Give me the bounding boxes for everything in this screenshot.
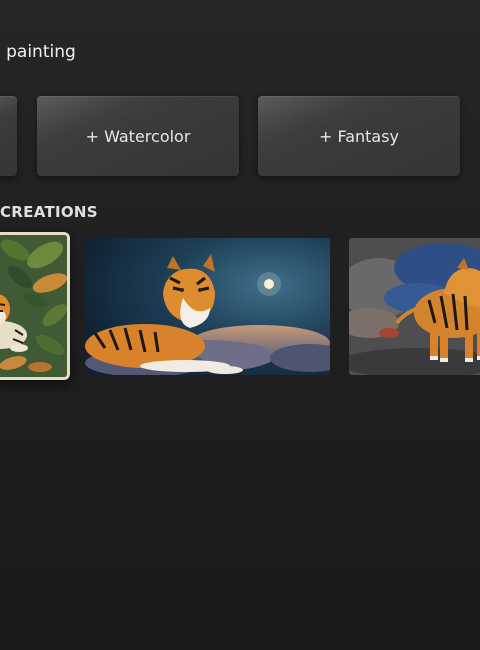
style-chip-label: + Fantasy [318,126,400,146]
style-chip-label: + Watercolor [85,126,191,146]
moon-tiger-image [85,238,330,375]
style-chip-partial[interactable] [0,96,17,176]
style-chip-watercolor[interactable]: + Watercolor [37,96,239,176]
creation-thumbnail-moon[interactable] [85,238,330,375]
creation-thumbnail-storm[interactable] [349,238,480,375]
style-chip-fantasy[interactable]: + Fantasy [258,96,460,176]
jungle-tiger-image [0,235,67,377]
creations-heading: CREATIONS [0,203,98,221]
storm-tiger-image [349,238,480,375]
app-screen: l painting + Watercolor + Fantasy CREATI… [0,0,480,650]
creation-thumbnail-jungle[interactable] [0,232,70,380]
prompt-title: l painting [0,42,76,62]
